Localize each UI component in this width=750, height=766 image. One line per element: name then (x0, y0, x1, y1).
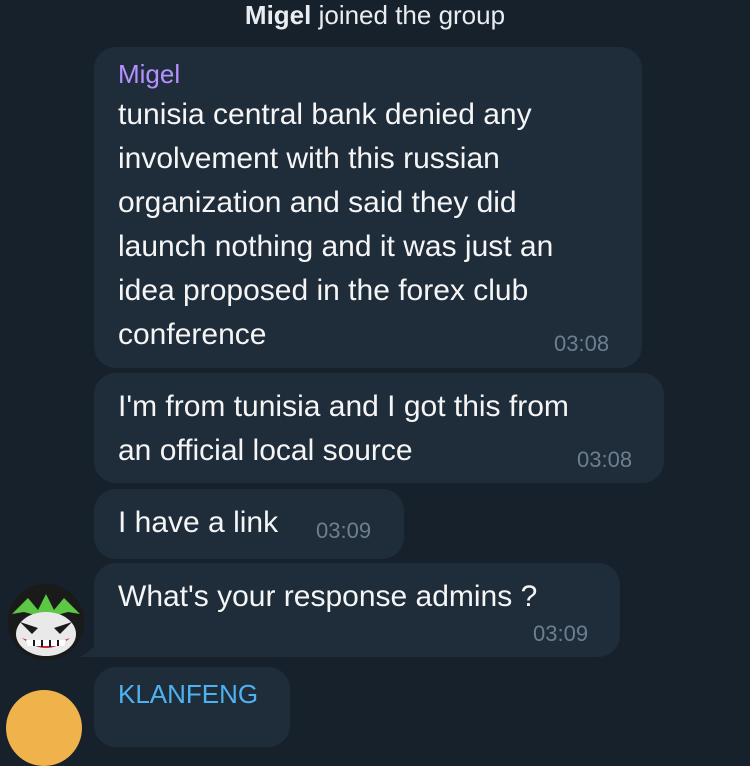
message-line: organization and said they did (118, 186, 517, 219)
service-message: Migel joined the group (0, 0, 750, 30)
joker-avatar-icon[interactable] (8, 584, 84, 660)
message-line: I have a link (118, 506, 279, 539)
message-line: launch nothing and it was just an (118, 230, 554, 263)
sender-name[interactable]: KLANFENG (118, 679, 258, 710)
message-bubble[interactable]: I'm from tunisia and I got this from an … (94, 373, 664, 483)
message-line: idea proposed in the forex club (118, 274, 529, 307)
service-user-name[interactable]: Migel (245, 0, 311, 30)
message-bubble[interactable]: KLANFENG (94, 667, 290, 747)
message-line: I'm from tunisia and I got this from (118, 390, 569, 423)
sender-name[interactable]: Migel (118, 59, 180, 90)
user-avatar-icon[interactable] (6, 690, 82, 766)
message-time: 03:09 (316, 518, 372, 543)
service-action: joined the group (311, 0, 506, 30)
message-time: 03:08 (577, 447, 633, 472)
message-line: tunisia central bank denied any (118, 98, 532, 131)
message-line: involvement with this russian (118, 142, 500, 175)
message-time: 03:08 (554, 331, 610, 356)
message-bubble[interactable]: What's your response admins ? 03:09 (94, 563, 620, 657)
bubble-tail (80, 639, 100, 657)
message-bubble[interactable]: Migel tunisia central bank denied any in… (94, 47, 642, 368)
message-time: 03:09 (533, 621, 589, 646)
message-bubble[interactable]: I have a link 03:09 (94, 489, 404, 559)
message-line: What's your response admins ? (118, 580, 538, 613)
message-line: an official local source (118, 434, 413, 467)
message-line: conference (118, 318, 267, 351)
